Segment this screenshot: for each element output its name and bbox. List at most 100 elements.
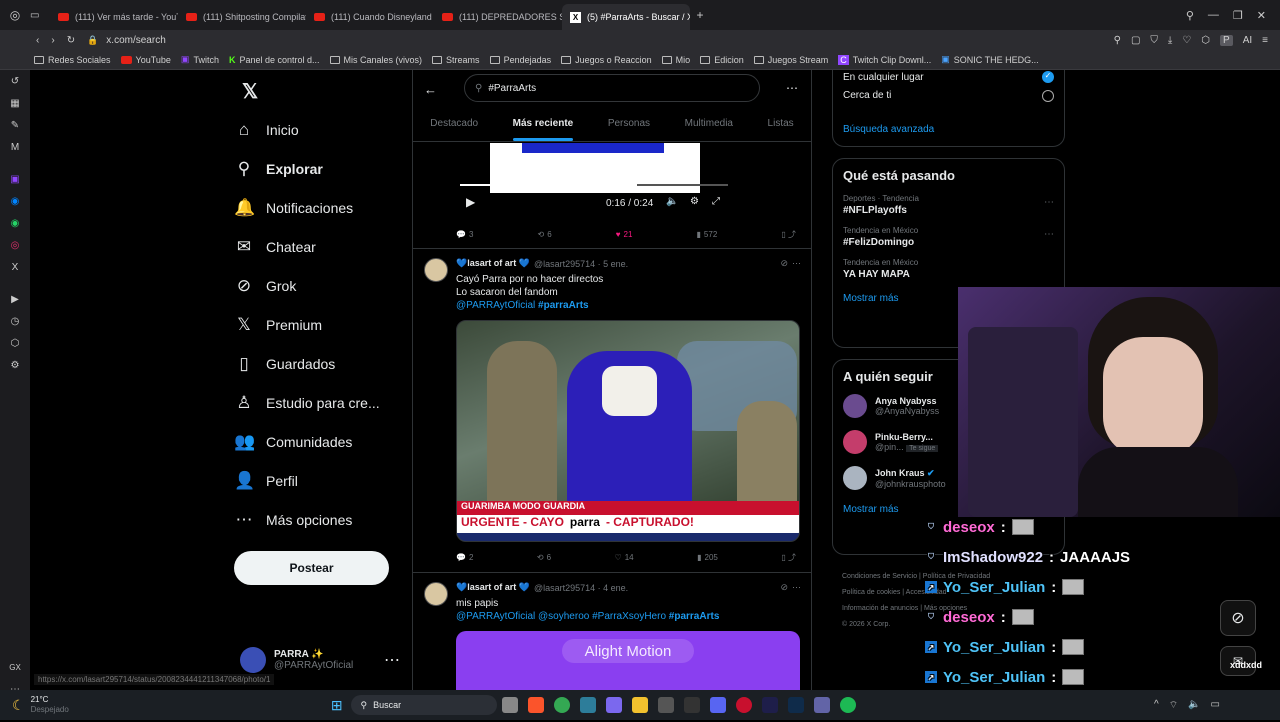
twitch-sidebar-icon[interactable]: ▣ — [0, 168, 30, 190]
fullscreen-icon[interactable]: ⤢ — [712, 196, 720, 207]
photoshop-icon[interactable] — [787, 697, 804, 713]
vegas-icon[interactable] — [579, 697, 596, 713]
copilot-icon[interactable] — [605, 697, 622, 713]
bookmark-redes[interactable]: Redes Sociales — [34, 55, 111, 65]
like-button[interactable]: ♥ 21 — [616, 229, 633, 240]
volume-icon[interactable]: 🔈 — [666, 196, 678, 207]
battery-icon[interactable]: ▭ — [1211, 699, 1220, 712]
grok-icon[interactable]: ⊘ — [780, 258, 788, 269]
nav-item-3[interactable]: ✉ Chatear — [234, 227, 404, 266]
trend-item[interactable]: Tendencia en México #FelizDomingo ⋯ — [833, 221, 1064, 253]
discord-icon[interactable] — [709, 697, 726, 713]
restore-icon[interactable]: ❐ — [1233, 9, 1243, 22]
bookmark-panel[interactable]: K Panel de control d... — [229, 55, 320, 65]
bookmark-edicion[interactable]: Edicion — [700, 55, 744, 65]
reply-button[interactable]: 💬 3 — [456, 229, 473, 240]
hashtag-link[interactable]: #parraArts — [538, 300, 589, 311]
m-icon[interactable]: M — [0, 136, 30, 158]
bookmark-juegos[interactable]: Juegos o Reaccion — [561, 55, 652, 65]
mention-link[interactable]: @PARRAytOficial — [456, 300, 535, 311]
bookmark-sonic[interactable]: ▣ SONIC THE HEDG... — [941, 54, 1038, 65]
site-info-icon[interactable]: 🔒 — [87, 35, 98, 46]
retweet-button[interactable]: ⟲ 6 — [538, 229, 552, 240]
brave-icon[interactable] — [527, 697, 544, 713]
screenshot-icon[interactable]: ▢ — [1131, 35, 1140, 46]
filter-location-near[interactable]: Cerca de ti — [843, 90, 1054, 102]
store-icon[interactable] — [657, 697, 674, 713]
explorer-icon[interactable] — [631, 697, 648, 713]
settings-icon[interactable]: ⚙ — [0, 354, 30, 376]
tweet-handle[interactable]: @lasart295714 · 5 ene. — [534, 259, 628, 269]
video-player[interactable]: ▶ 0:16 / 0:24 🔈 ⚙ ⤢ — [460, 143, 736, 219]
minimize-icon[interactable]: — — [1208, 9, 1219, 22]
nav-item-2[interactable]: 🔔 Notificaciones — [234, 188, 404, 227]
gx-icon[interactable]: GX — [0, 656, 30, 678]
weather-widget[interactable]: 21°C Despejado — [31, 695, 69, 715]
messenger-icon[interactable]: ◉ — [0, 190, 30, 212]
tab-3[interactable]: (111) DEPREDADORES SIE — [434, 4, 562, 30]
wifi-icon[interactable]: ⌔ — [1169, 699, 1178, 712]
more-icon[interactable]: ⋯ — [792, 582, 801, 593]
advanced-search-link[interactable]: Búsqueda avanzada — [843, 124, 1054, 135]
tab-0[interactable]: (111) Ver más tarde - YouTube — [50, 4, 178, 30]
instagram-icon[interactable]: ◎ — [0, 234, 30, 256]
play-icon[interactable]: ▶ — [466, 195, 475, 209]
notes-icon[interactable]: ✎ — [0, 114, 30, 136]
back-arrow-icon[interactable]: ← — [424, 82, 437, 97]
tab-personas[interactable]: Personas — [608, 110, 650, 141]
history-icon[interactable]: ↺ — [0, 70, 30, 92]
tab-multimedia[interactable]: Multimedia — [685, 110, 733, 141]
like-button[interactable]: ♡ 14 — [615, 552, 634, 563]
hashtag-link[interactable]: #parraArts — [669, 611, 720, 622]
tweet-handle[interactable]: @lasart295714 · 4 ene. — [534, 583, 628, 593]
tweet-author[interactable]: 💙lasart of art 💙 — [456, 582, 530, 593]
bookmark-canales[interactable]: Mis Canales (vivos) — [329, 55, 422, 65]
extensions-icon[interactable]: ⬡ — [1201, 35, 1210, 46]
volume-icon[interactable]: 🔈 — [1188, 699, 1200, 712]
opera-icon[interactable] — [735, 697, 752, 713]
nav-item-0[interactable]: ⌂ Inicio — [234, 110, 404, 149]
more-icon[interactable]: ⋯ — [1044, 229, 1054, 240]
clock-icon[interactable]: ◷ — [0, 310, 30, 332]
bookmark-button[interactable]: ▯ ⤴ — [781, 229, 796, 240]
bookmark-mio[interactable]: Mio — [661, 55, 690, 65]
trend-item[interactable]: Tendencia en México YA HAY MAPA — [833, 253, 1064, 285]
bookmark-pendejadas[interactable]: Pendejadas — [489, 55, 551, 65]
profile-icon[interactable]: P — [1220, 34, 1233, 46]
avatar[interactable] — [424, 582, 448, 606]
bookmark-clip[interactable]: C Twitch Clip Downl... — [838, 54, 931, 65]
gear-icon[interactable]: ⚙ — [690, 196, 699, 207]
views-button[interactable]: ▮ 572 — [697, 229, 718, 240]
spotify-icon[interactable] — [839, 697, 856, 713]
nav-item-5[interactable]: 𝕏 Premium — [234, 305, 404, 344]
back-icon[interactable]: ‹ — [36, 35, 39, 46]
teams-icon[interactable] — [813, 697, 830, 713]
reply-button[interactable]: 💬 2 — [456, 552, 473, 563]
bookmark-juegos-stream[interactable]: Juegos Stream — [753, 55, 828, 65]
premiere-icon[interactable] — [761, 697, 778, 713]
chrome-icon[interactable] — [553, 697, 570, 713]
tab-destacado[interactable]: Destacado — [430, 110, 478, 141]
taskbar-search[interactable]: ⚲ Buscar — [350, 695, 497, 715]
more-icon[interactable]: ⋯ — [384, 650, 400, 670]
tweet-author[interactable]: 💙lasart of art 💙 — [456, 258, 530, 269]
nav-item-9[interactable]: 👤 Perfil — [234, 461, 404, 500]
bookmark-button[interactable]: ▯ ⤴ — [781, 552, 796, 563]
search-tabs-icon[interactable]: ⚲ — [1186, 9, 1194, 22]
views-button[interactable]: ▮ 205 — [697, 552, 718, 563]
tray-chevron-icon[interactable]: ^ — [1154, 699, 1159, 712]
bookmark-twitch[interactable]: ▣ Twitch — [181, 54, 219, 65]
pin-icon[interactable]: ⚲ — [1114, 35, 1121, 46]
tab-listas[interactable]: Listas — [768, 110, 794, 141]
search-input[interactable]: ⚲ #ParraArts — [464, 74, 760, 102]
tweet-image[interactable]: Alight Motion — [456, 631, 800, 690]
post-button[interactable]: Postear — [234, 551, 389, 585]
tab-2[interactable]: (111) Cuando Disneyland S — [306, 4, 434, 30]
tweet-image[interactable]: GUARIMBA MODO GUARDIA URGENTE - CAYO parr… — [456, 320, 800, 542]
nav-item-7[interactable]: ♙ Estudio para cre... — [234, 383, 404, 422]
grok-icon[interactable]: ⊘ — [780, 582, 788, 593]
download-icon[interactable]: ⤓ — [1168, 35, 1172, 46]
more-icon[interactable]: ⋯ — [792, 258, 801, 269]
bookmark-youtube[interactable]: YouTube — [120, 55, 171, 65]
radio-checked-icon[interactable]: ✓ — [1042, 71, 1054, 83]
